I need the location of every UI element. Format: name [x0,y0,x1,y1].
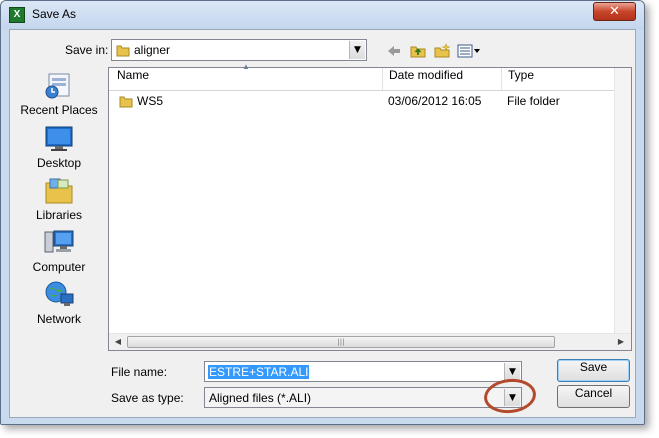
place-label: Network [36,312,81,326]
column-header-name[interactable]: Name ▲ [109,62,383,90]
file-name-label: File name: [111,365,168,379]
network-icon [45,281,74,306]
dialog-body: Save in: aligner ▼ Recent Places Desktop… [9,29,636,418]
folder-icon [116,45,130,57]
place-computer[interactable]: Computer [14,228,104,274]
place-label: Recent Places [20,103,98,117]
column-header-type[interactable]: Type [502,68,621,90]
close-button[interactable]: ✕ [593,2,636,21]
file-name-value: ESTRE+STAR.ALI [208,365,310,379]
folder-icon [119,96,133,108]
save-in-value: aligner [134,43,171,57]
save-as-type-value: Aligned files (*.ALI) [209,391,312,405]
file-name-cell: WS5 [137,94,164,108]
excel-app-icon: X [9,7,25,23]
horizontal-scrollbar[interactable]: ◀ ||| ▶ [109,333,631,350]
new-folder-icon[interactable] [433,43,451,59]
view-menu-icon[interactable] [457,43,481,59]
navigation-toolbar [385,42,481,60]
column-header-date-modified[interactable]: Date modified [383,68,502,90]
chevron-down-icon[interactable]: ▼ [349,41,365,59]
libraries-icon [45,178,73,204]
save-as-type-dropdown[interactable]: Aligned files (*.ALI) ▼ [204,387,522,408]
sort-ascending-icon: ▲ [242,62,250,71]
desktop-icon [45,126,73,151]
place-label: Desktop [36,156,82,170]
dialog-title: Save As [32,7,77,21]
horizontal-scroll-thumb[interactable]: ||| [127,336,555,348]
file-row[interactable]: WS5 03/06/2012 16:05 File folder [109,92,631,112]
place-label: Computer [32,260,86,274]
place-network[interactable]: Network [14,280,104,326]
scroll-right-icon[interactable]: ▶ [615,336,627,348]
place-libraries[interactable]: Libraries [14,176,104,222]
scroll-left-icon[interactable]: ◀ [112,336,124,348]
vertical-scrollbar[interactable] [614,68,631,333]
save-as-type-label: Save as type: [111,391,184,405]
computer-icon [44,230,74,253]
title-bar[interactable]: X Save As ✕ [1,1,644,29]
place-recent-places[interactable]: Recent Places [14,71,104,117]
place-desktop[interactable]: Desktop [14,124,104,170]
chevron-down-icon[interactable]: ▼ [504,363,520,380]
file-date-cell: 03/06/2012 16:05 [388,94,482,108]
file-name-input[interactable]: ESTRE+STAR.ALI ▼ [204,361,522,382]
place-label: Libraries [35,208,83,222]
save-in-dropdown[interactable]: aligner ▼ [111,39,367,61]
up-folder-icon[interactable] [409,43,427,59]
save-button[interactable]: Save [557,359,630,382]
file-list[interactable]: Name ▲ Date modified Type S WS5 03/06/20… [108,62,632,351]
places-bar: Recent Places Desktop Libraries Computer… [14,67,104,330]
back-arrow-icon[interactable] [385,43,403,59]
cancel-button[interactable]: Cancel [557,385,630,408]
save-in-label: Save in: [65,43,109,57]
save-as-dialog: X Save As ✕ Save in: aligner ▼ Recent Pl… [0,0,645,425]
column-header-row: Name ▲ Date modified Type S [109,62,631,91]
file-type-cell: File folder [507,94,560,108]
recent-places-icon [45,73,70,99]
